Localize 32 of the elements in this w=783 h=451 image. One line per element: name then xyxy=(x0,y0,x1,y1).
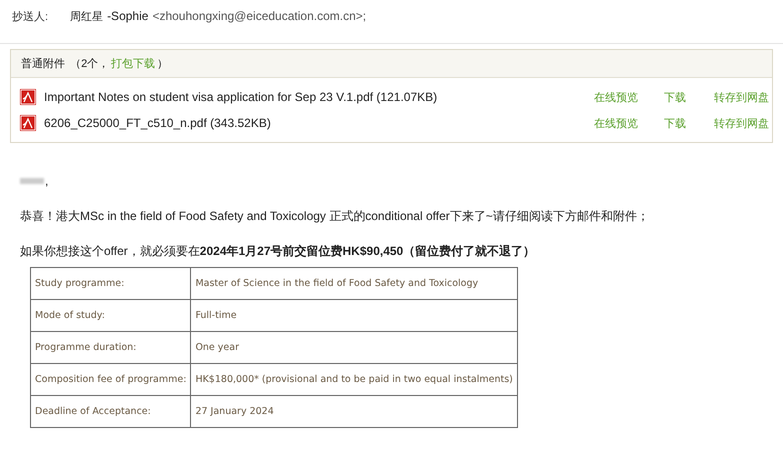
table-cell: Study programme: xyxy=(30,268,191,300)
greeting-text: , xyxy=(45,174,48,188)
file-action-link[interactable]: 在线预览 xyxy=(594,118,638,130)
body-paragraph: 如果你想接这个offer，就必须要在2024年1月27号前交留位费HK$90,450（留位费付了就不退了） xyxy=(20,243,536,259)
attachments-count: （2个， xyxy=(69,57,110,71)
table-cell: Composition fee of programme: xyxy=(30,364,191,396)
pdf-icon xyxy=(20,115,36,131)
cc-label: 抄送人: xyxy=(12,10,48,24)
file-action-link[interactable]: 在线预览 xyxy=(594,92,638,104)
file-action-link[interactable]: 转存到网盘 xyxy=(714,118,769,130)
cc-name: 周红星 xyxy=(70,10,104,24)
file-name[interactable]: Important Notes on student visa application for Sep 23 V.1.pdf (121.07KB) xyxy=(44,90,594,104)
file-name[interactable]: 6206_C25000_FT_c510_n.pdf (343.52KB) xyxy=(44,116,594,130)
table-cell: Full-time xyxy=(190,300,518,332)
redacted-name xyxy=(20,178,44,184)
file-action-link[interactable]: 转存到网盘 xyxy=(714,92,769,104)
attachments-count-close: ） xyxy=(157,57,168,71)
table-cell: Programme duration: xyxy=(30,332,191,364)
attachments-title: 普通附件 xyxy=(21,56,65,71)
cc-email: <zhouhongxing@eiceducation.com.cn>; xyxy=(152,9,366,23)
body-paragraph: 恭喜！港大MSc in the field of Food Safety and Toxicology 正式的conditional offer下来了~请仔细阅读下方邮件和附件； xyxy=(20,208,650,224)
table-cell: Mode of study: xyxy=(30,300,191,332)
download-all-link[interactable]: 打包下载 xyxy=(111,56,156,71)
table-cell: Deadline of Acceptance: xyxy=(30,396,191,428)
table-cell: HK$180,000* (provisional and to be paid in two equal instalments) xyxy=(190,364,518,396)
cc-suffix: -Sophie xyxy=(107,9,148,23)
pdf-icon xyxy=(20,89,36,105)
table-cell: One year xyxy=(190,332,518,364)
table-cell: Master of Science in the field of Food Safety and Toxicology xyxy=(190,268,518,300)
file-action-link[interactable]: 下载 xyxy=(664,92,686,104)
table-cell: 27 January 2024 xyxy=(190,396,518,428)
file-action-link[interactable]: 下载 xyxy=(664,118,686,130)
